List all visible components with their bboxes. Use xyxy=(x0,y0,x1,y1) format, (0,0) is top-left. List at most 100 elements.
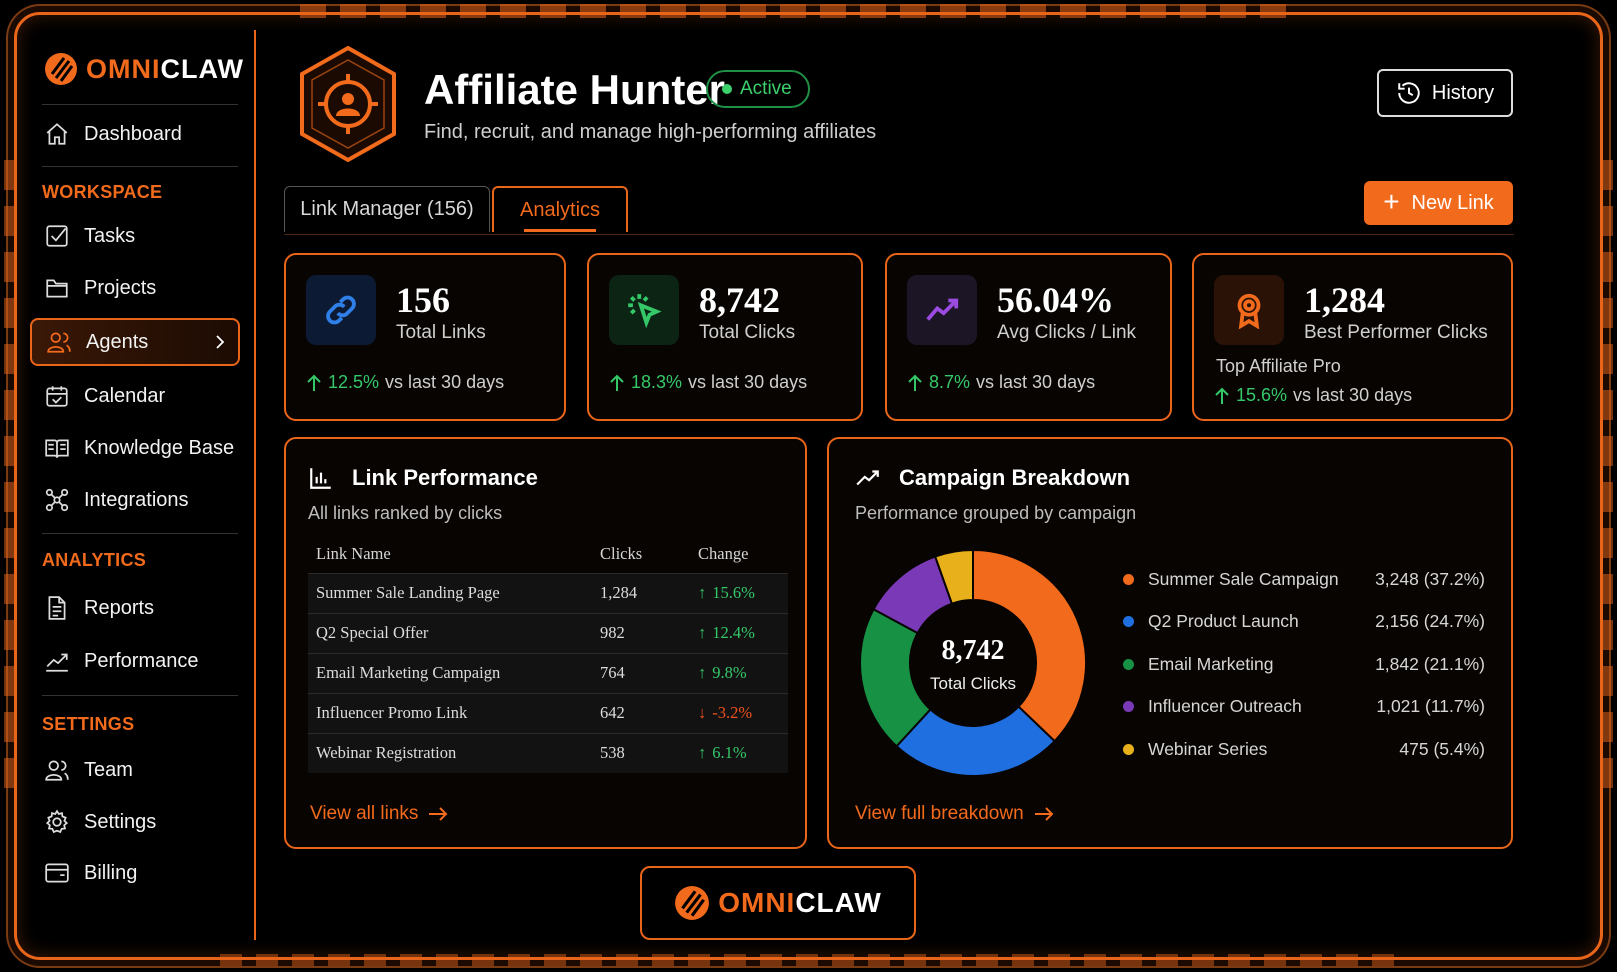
stat-change-suffix: vs last 30 days xyxy=(688,372,808,392)
section-header-workspace: WORKSPACE xyxy=(42,182,163,202)
legend-value: 1,842 (21.1%) xyxy=(1375,654,1485,674)
sidebar-item-label: Team xyxy=(84,758,133,781)
legend-dot xyxy=(1123,616,1134,627)
stat-label: Best Performer Clicks xyxy=(1304,322,1488,343)
link-label: View full breakdown xyxy=(855,803,1024,824)
agent-target-icon xyxy=(300,45,396,163)
link-change-value: 12.4% xyxy=(712,623,755,642)
panel-title: Link Performance xyxy=(308,465,538,491)
panel-title: Campaign Breakdown xyxy=(855,465,1130,491)
team-icon xyxy=(45,760,69,781)
brand-name-part: OMNI xyxy=(718,887,796,918)
stat-value: 56.04% xyxy=(997,280,1114,320)
brand-logo[interactable]: OMNICLAW xyxy=(44,52,244,86)
bar-chart-icon xyxy=(310,468,331,489)
legend-label: Influencer Outreach xyxy=(1148,696,1302,716)
legend-item: Influencer Outreach 1,021 (11.7%) xyxy=(1123,696,1485,717)
table-row[interactable]: Influencer Promo Link 642 ↓ -3.2% xyxy=(308,692,788,733)
panel-title-text: Campaign Breakdown xyxy=(899,465,1131,490)
table-row[interactable]: Q2 Special Offer 982 ↑ 12.4% xyxy=(308,612,788,653)
legend-item: Webinar Series 475 (5.4%) xyxy=(1123,739,1485,760)
stat-change-suffix: vs last 30 days xyxy=(976,372,1096,392)
tab-link-manager[interactable]: Link Manager (156) xyxy=(284,186,490,232)
legend-item: Email Marketing 1,842 (21.1%) xyxy=(1123,654,1485,675)
table-header-row: Link Name Clicks Change xyxy=(308,535,788,573)
stat-label: Avg Clicks / Link xyxy=(997,322,1137,343)
view-all-links-link[interactable]: View all links xyxy=(310,803,448,825)
sidebar-item-tasks[interactable]: Tasks xyxy=(42,216,240,256)
column-header: Link Name xyxy=(316,543,391,563)
sidebar-item-projects[interactable]: Projects xyxy=(42,268,240,308)
document-icon xyxy=(48,596,66,620)
stat-change-value: 8.7% xyxy=(929,372,971,392)
legend-value: 2,156 (24.7%) xyxy=(1375,611,1485,631)
arrow-up-icon: ↑ xyxy=(698,743,707,763)
arrow-up-icon: ↑ xyxy=(698,583,707,602)
arrow-up-icon: ↑ xyxy=(698,623,707,642)
stat-change: 8.7% vs last 30 days xyxy=(907,372,1095,393)
sidebar-item-label: Agents xyxy=(86,330,149,353)
link-label: View all links xyxy=(310,803,419,824)
divider xyxy=(42,695,238,696)
page-subtitle: Find, recruit, and manage high-performin… xyxy=(424,121,877,143)
history-button-label: History xyxy=(1431,81,1495,104)
link-change-value: 6.1% xyxy=(712,743,747,763)
stat-change-value: 12.5% xyxy=(328,372,380,392)
brand-name-part: OMNI xyxy=(86,53,161,84)
new-link-button[interactable]: + New Link xyxy=(1364,181,1513,225)
arrow-up-icon xyxy=(1215,387,1229,404)
link-name: Email Marketing Campaign xyxy=(308,652,592,693)
stat-card-total-links: 156 Total Links 12.5% vs last 30 days xyxy=(284,253,566,421)
sidebar: OMNICLAW Dashboard WORKSPACE Tasks Proje… xyxy=(28,30,256,940)
sidebar-item-knowledge-base[interactable]: Knowledge Base xyxy=(42,428,240,468)
new-link-label: New Link xyxy=(1411,191,1494,214)
page-title: Affiliate Hunter xyxy=(424,66,726,113)
link-icon xyxy=(306,275,376,345)
award-icon xyxy=(1214,275,1284,345)
tab-analytics[interactable]: Analytics xyxy=(492,186,628,232)
sidebar-item-performance[interactable]: Performance xyxy=(42,641,240,681)
column-header: Change xyxy=(698,543,749,563)
trend-icon xyxy=(856,470,879,486)
sidebar-item-dashboard[interactable]: Dashboard xyxy=(42,114,240,154)
sidebar-item-billing[interactable]: Billing xyxy=(42,853,240,893)
sidebar-item-label: Billing xyxy=(84,861,138,884)
chevron-right-icon xyxy=(216,335,225,349)
brand-name-part: CLAW xyxy=(795,887,882,918)
arrow-down-icon: ↓ xyxy=(698,703,707,722)
stat-card-best-performer: 1,284 Best Performer Clicks Top Affiliat… xyxy=(1192,253,1513,421)
folder-icon xyxy=(46,279,68,298)
link-performance-panel: Link Performance All links ranked by cli… xyxy=(284,437,807,849)
claw-logo-icon xyxy=(45,53,77,85)
sidebar-item-team[interactable]: Team xyxy=(42,750,240,790)
legend-value: 475 (5.4%) xyxy=(1399,739,1485,759)
table-row[interactable]: Email Marketing Campaign 764 ↑ 9.8% xyxy=(308,652,788,693)
campaign-breakdown-panel: Campaign Breakdown Performance grouped b… xyxy=(827,437,1513,849)
sidebar-item-label: Tasks xyxy=(84,224,136,247)
legend-item: Q2 Product Launch 2,156 (24.7%) xyxy=(1123,611,1485,632)
wallet-icon xyxy=(45,863,69,883)
table-row[interactable]: Webinar Registration 538 ↑ 6.1% xyxy=(308,732,788,773)
users-icon xyxy=(47,332,71,353)
sidebar-item-settings[interactable]: Settings xyxy=(42,802,240,842)
sidebar-item-reports[interactable]: Reports xyxy=(42,588,240,628)
section-header-settings: SETTINGS xyxy=(42,714,135,734)
sidebar-item-agents[interactable]: Agents xyxy=(30,318,240,366)
link-clicks: 1,284 xyxy=(592,572,690,613)
link-clicks: 642 xyxy=(592,692,690,733)
section-header-analytics: ANALYTICS xyxy=(42,550,147,570)
link-change: ↑ 12.4% xyxy=(690,612,788,653)
sidebar-item-label: Performance xyxy=(84,649,199,672)
stat-change-suffix: vs last 30 days xyxy=(1293,385,1413,405)
arrow-up-icon xyxy=(307,374,321,391)
sidebar-item-calendar[interactable]: Calendar xyxy=(42,376,240,416)
view-full-breakdown-link[interactable]: View full breakdown xyxy=(855,803,1054,825)
sidebar-item-label: Projects xyxy=(84,276,157,299)
sidebar-item-integrations[interactable]: Integrations xyxy=(42,480,240,520)
link-name: Webinar Registration xyxy=(308,732,592,773)
table-row[interactable]: Summer Sale Landing Page 1,284 ↑ 15.6% xyxy=(308,572,788,613)
history-button[interactable]: History xyxy=(1377,69,1513,117)
stat-change: 18.3% vs last 30 days xyxy=(609,372,807,393)
stat-value: 1,284 xyxy=(1304,280,1385,320)
arrow-right-icon xyxy=(1034,807,1054,821)
